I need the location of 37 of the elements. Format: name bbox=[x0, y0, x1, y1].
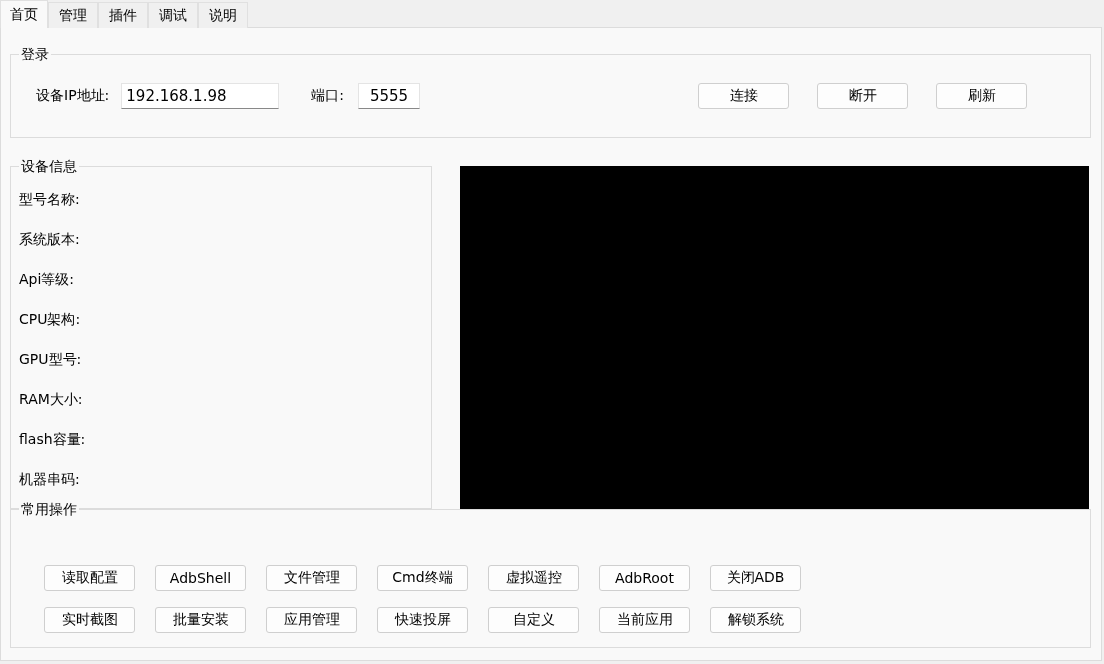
action-button[interactable]: 读取配置 bbox=[44, 565, 135, 591]
info-label: flash容量: bbox=[19, 430, 86, 449]
port-label: 端口: bbox=[311, 87, 344, 105]
action-button[interactable]: 快速投屏 bbox=[377, 607, 468, 633]
info-label: Api等级: bbox=[19, 270, 75, 289]
login-action-button[interactable]: 断开 bbox=[817, 83, 908, 109]
action-button[interactable]: 当前应用 bbox=[599, 607, 690, 633]
group-title: 常用操作 bbox=[19, 500, 79, 518]
info-label: GPU型号: bbox=[19, 350, 82, 369]
action-button[interactable]: AdbShell bbox=[155, 565, 246, 591]
info-label: 型号名称: bbox=[19, 190, 80, 209]
port-field[interactable]: 5555 bbox=[358, 83, 420, 109]
login-action-button[interactable]: 连接 bbox=[698, 83, 789, 109]
group-title: 登录 bbox=[19, 45, 51, 63]
action-button[interactable]: 实时截图 bbox=[44, 607, 135, 633]
tab[interactable]: 说明 bbox=[198, 2, 248, 28]
info-label: RAM大小: bbox=[19, 390, 83, 409]
tab[interactable]: 管理 bbox=[48, 2, 98, 28]
action-button[interactable]: 自定义 bbox=[488, 607, 579, 633]
action-button[interactable]: 应用管理 bbox=[266, 607, 357, 633]
info-label: CPU架构: bbox=[19, 310, 81, 329]
info-label: 系统版本: bbox=[19, 230, 80, 249]
action-button[interactable]: 解锁系统 bbox=[710, 607, 801, 633]
tab[interactable]: 首页 bbox=[0, 0, 48, 28]
action-button[interactable]: AdbRoot bbox=[599, 565, 690, 591]
action-button[interactable]: 文件管理 bbox=[266, 565, 357, 591]
ip-address-field[interactable]: 192.168.1.98 bbox=[121, 83, 280, 109]
login-action-button[interactable]: 刷新 bbox=[936, 83, 1027, 109]
tab[interactable]: 插件 bbox=[98, 2, 148, 28]
info-label: 机器串码: bbox=[19, 470, 80, 489]
ip-label: 设备IP地址: bbox=[36, 87, 110, 105]
group-title: 设备信息 bbox=[19, 157, 79, 175]
action-button[interactable]: 关闭ADB bbox=[710, 565, 801, 591]
action-button[interactable]: 批量安装 bbox=[155, 607, 246, 633]
tab[interactable]: 调试 bbox=[148, 2, 198, 28]
action-button[interactable]: 虚拟遥控 bbox=[488, 565, 579, 591]
action-button[interactable]: Cmd终端 bbox=[377, 565, 468, 591]
